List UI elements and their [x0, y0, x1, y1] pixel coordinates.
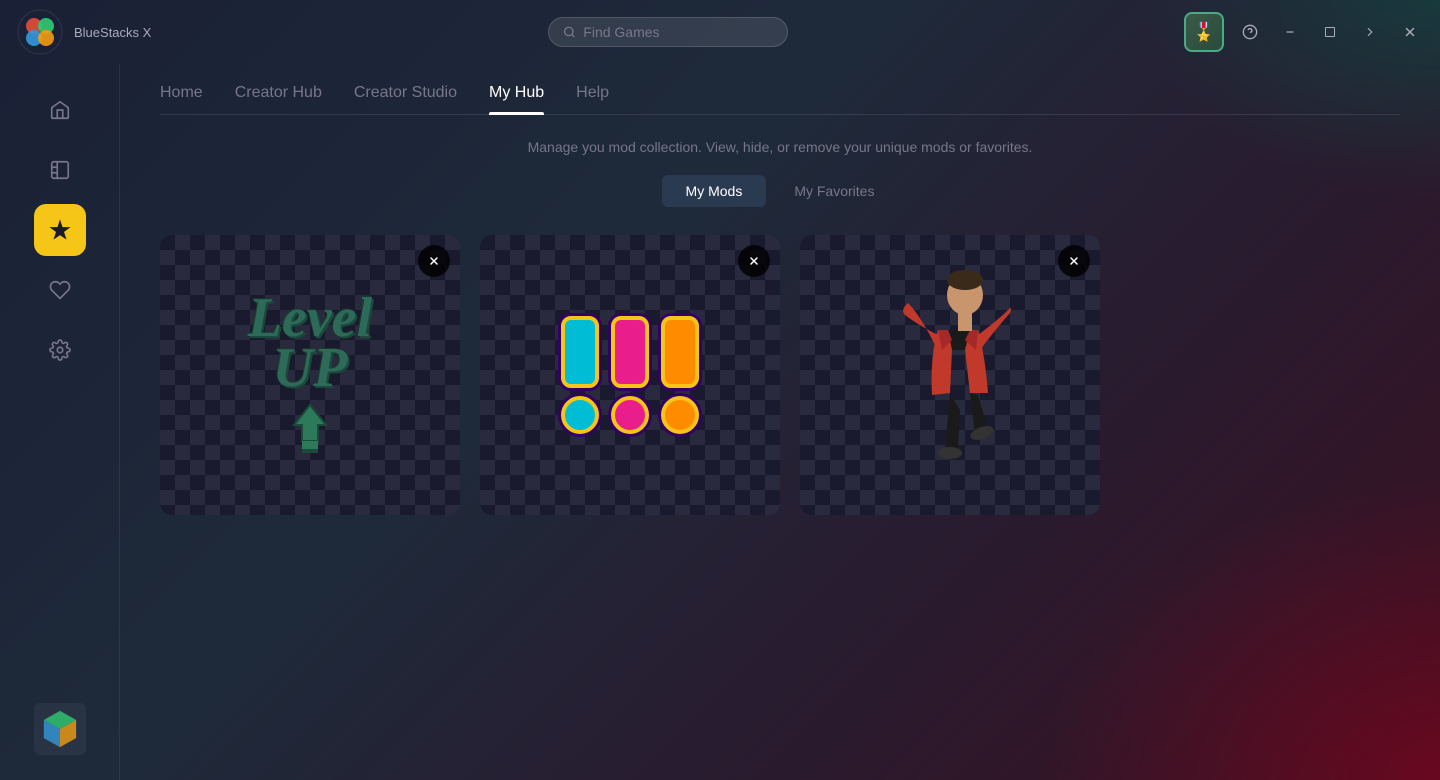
library-icon	[49, 159, 71, 181]
bluestacks-logo	[16, 8, 64, 56]
tab-home[interactable]: Home	[160, 84, 203, 114]
forward-icon	[1363, 25, 1377, 39]
home-icon	[49, 99, 71, 121]
settings-icon	[49, 339, 71, 361]
help-button[interactable]	[1236, 18, 1264, 46]
search-input[interactable]	[583, 24, 772, 40]
close-button[interactable]	[1396, 18, 1424, 46]
avatar[interactable]: 🎖️	[1184, 12, 1224, 52]
mod-card-1[interactable]: LevelUP	[160, 235, 460, 515]
level-up-text: LevelUP	[248, 293, 372, 394]
arrow-up-icon	[282, 401, 338, 457]
sidebar-item-settings[interactable]	[34, 324, 86, 376]
main-content: Home Creator Hub Creator Studio My Hub H…	[120, 64, 1440, 780]
exclaim-pink-group	[611, 316, 649, 434]
close-icon	[428, 255, 440, 267]
tab-creator-studio[interactable]: Creator Studio	[354, 84, 457, 114]
minimize-icon	[1284, 26, 1296, 38]
close-icon	[1403, 25, 1417, 39]
remove-mod1-button[interactable]	[418, 245, 450, 277]
close-icon	[1068, 255, 1080, 267]
topbar-right: 🎖️	[1184, 12, 1424, 52]
maximize-button[interactable]	[1316, 18, 1344, 46]
logo-text: BlueStacks X	[74, 25, 151, 40]
remove-mod3-button[interactable]	[1058, 245, 1090, 277]
subtitle: Manage you mod collection. View, hide, o…	[160, 139, 1400, 155]
my-favorites-toggle[interactable]: My Favorites	[770, 175, 898, 207]
topbar: BlueStacks X 🎖️	[0, 0, 1440, 64]
sidebar-item-mods[interactable]	[34, 204, 86, 256]
sidebar-item-favorites[interactable]	[34, 264, 86, 316]
maximize-icon	[1324, 26, 1336, 38]
tab-creator-hub[interactable]: Creator Hub	[235, 84, 322, 114]
dancer-content	[800, 235, 1100, 515]
exclaim-cyan-group	[561, 316, 599, 434]
my-mods-toggle[interactable]: My Mods	[662, 175, 767, 207]
exclamations-content	[561, 316, 699, 434]
search-icon	[563, 25, 576, 39]
dancer-figure	[870, 265, 1030, 485]
exclaim-orange-group	[661, 316, 699, 434]
star-icon	[49, 219, 71, 241]
sidebar-bottom	[34, 703, 86, 760]
level-up-content: LevelUP	[248, 293, 372, 458]
sidebar-item-library[interactable]	[34, 144, 86, 196]
toggle-group: My Mods My Favorites	[160, 175, 1400, 207]
sidebar	[0, 64, 120, 780]
mod-card-3[interactable]	[800, 235, 1100, 515]
minimize-button[interactable]	[1276, 18, 1304, 46]
mod-card-2[interactable]	[480, 235, 780, 515]
bluestacks-bottom-logo	[34, 703, 86, 755]
search-bar[interactable]	[548, 17, 788, 47]
tab-my-hub[interactable]: My Hub	[489, 84, 544, 114]
nav-tabs: Home Creator Hub Creator Studio My Hub H…	[160, 84, 1400, 115]
sidebar-item-home[interactable]	[34, 84, 86, 136]
help-icon	[1242, 24, 1258, 40]
heart-icon	[49, 279, 71, 301]
forward-button[interactable]	[1356, 18, 1384, 46]
mods-grid: LevelUP	[160, 235, 1400, 515]
remove-mod2-button[interactable]	[738, 245, 770, 277]
close-icon	[748, 255, 760, 267]
tab-help[interactable]: Help	[576, 84, 609, 114]
logo-area: BlueStacks X	[16, 8, 151, 56]
